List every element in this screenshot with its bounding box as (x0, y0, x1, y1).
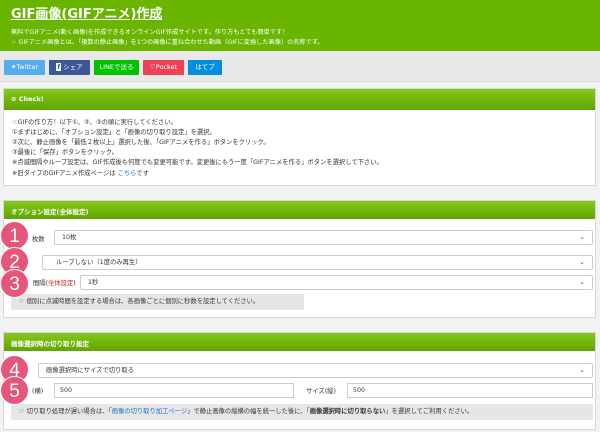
check-line-1-text: GIFの作り方！以下①、②、③の順に実行してください。 (17, 119, 177, 126)
check-line-2: ①まずはじめに、「オプション設定」と「画像の切り取り設定」を選択。 (12, 129, 216, 136)
check-panel: ⊙ Check! ☞GIFの作り方！以下①、②、③の順に実行してください。 ①ま… (3, 88, 596, 186)
options-note: ☞ 個別に点滅時間を設定する場合は、各画像ごとに個別に秒数を設定してください。 (11, 294, 304, 310)
interval-select-value: 1秒 (88, 279, 99, 286)
header-note: ☞ GIFアニメ画像とは、「複数の静止画像」を1つの画像に重ね合わせた動画（GI… (11, 37, 324, 46)
hand-icon: ☞ (11, 39, 17, 46)
crop-panel: 画像選択時の切り取り設定 画像選択時にサイズで切り取る ⌄ (横) 500 サイズ… (3, 332, 596, 430)
check-line-5: ※点滅間隔やループ設定は、GIF作成後も何度でも変更可能です。変更後にもう一度「… (12, 159, 383, 166)
pocket-label: Pocket (155, 63, 178, 71)
line-share-button[interactable]: LINEで送る (94, 60, 139, 75)
check-circle-icon: ⊙ (11, 95, 17, 103)
crop-page-link[interactable]: 画像の切り取り加工ページ (112, 408, 187, 415)
step-badge-1: 1 (0, 221, 29, 250)
check-panel-header: ⊙ Check! (4, 89, 595, 110)
crop-note-b: 」で静止画像の縦横の幅を統一した後に、「 (187, 408, 310, 415)
width-label: (横) (32, 388, 44, 395)
old-page-prefix: ※旧タイプのGIFアニメ作成ページは (12, 170, 116, 177)
facebook-label: シェア (63, 63, 83, 71)
chevron-down-icon: ⌄ (579, 366, 585, 374)
chevron-down-icon: ⌄ (579, 258, 585, 266)
interval-label-a: 間隔( (33, 280, 49, 287)
interval-label: 間隔(全体設定) (33, 278, 76, 287)
interval-label-c: ) (73, 280, 76, 287)
count-select[interactable]: 10枚 ⌄ (54, 230, 593, 245)
loop-select-value: ループしない（1度のみ再生） (56, 259, 142, 266)
count-select-value: 10枚 (62, 234, 77, 241)
options-panel: オプション設定(全体設定) 枚数 10枚 ⌄ ループしない（1度のみ再生） ⌄ 間隔… (3, 200, 596, 318)
hand-icon: ☞ (19, 298, 25, 305)
site-title[interactable]: GIF画像(GIFアニメ)作成 (11, 3, 162, 22)
facebook-share-button[interactable]: f シェア (49, 60, 90, 75)
options-note-text: 個別に点滅時間を設定する場合は、各画像ごとに個別に秒数を設定してください。 (26, 298, 260, 305)
check-line-6: ※旧タイプのGIFアニメ作成ページは こちらです (12, 168, 149, 177)
chevron-down-icon: ⌄ (579, 233, 585, 241)
chevron-down-icon: ⌄ (579, 278, 585, 286)
twitter-label: Twitter (16, 63, 39, 71)
check-line-3: ②次に、静止画像を「最低２枚以上」選択した後、「GIFアニメを作る」ボタンをクリ… (12, 139, 270, 146)
old-page-link[interactable]: こちら (118, 170, 137, 177)
crop-note-a: 切り取り処理が遅い場合は、「 (26, 408, 112, 415)
loop-select[interactable]: ループしない（1度のみ再生） ⌄ (42, 255, 593, 270)
crop-note-c: 」を選択してご利用ください。 (385, 408, 474, 415)
twitter-button[interactable]: ✦Twitter (4, 60, 45, 75)
site-header: GIF画像(GIFアニメ)作成 無料でGIFアニメ(動く画像)を作成できるオンラ… (0, 0, 600, 51)
step-badge-5: 5 (0, 376, 29, 405)
height-input[interactable]: 500 (347, 383, 593, 398)
interval-label-b: 全体設定 (48, 280, 74, 287)
options-panel-header: オプション設定(全体設定) (4, 201, 595, 219)
facebook-icon: f (56, 63, 62, 71)
width-input[interactable]: 500 (54, 383, 294, 398)
crop-note-bold: 画像選択時に切り取らない (309, 408, 386, 415)
pocket-button[interactable]: ♡Pocket (143, 60, 184, 75)
count-label: 枚数 (32, 236, 45, 243)
interval-select[interactable]: 1秒 ⌄ (80, 275, 593, 290)
crop-note: ☞ 切り取り処理が遅い場合は、「画像の切り取り加工ページ」で静止画像の縦横の幅を… (11, 404, 593, 420)
hatena-bookmark-button[interactable]: はてブ (188, 60, 222, 75)
crop-mode-select[interactable]: 画像選択時にサイズで切り取る ⌄ (38, 363, 593, 378)
step-badge-3: 3 (0, 269, 29, 298)
crop-panel-header: 画像選択時の切り取り設定 (4, 333, 595, 351)
hand-icon: ☞ (19, 408, 25, 415)
height-label: サイズ(縦) (306, 388, 336, 395)
header-description: 無料でGIFアニメ(動く画像)を作成できるオンラインGIF作成サイトです。作り方… (11, 29, 289, 36)
check-line-1: ☞GIFの作り方！以下①、②、③の順に実行してください。 (12, 117, 177, 126)
crop-mode-value: 画像選択時にサイズで切り取る (46, 367, 134, 374)
old-page-suffix: です (136, 170, 149, 177)
check-line-4: ③最後に「保存」ボタンをクリック。 (12, 149, 118, 156)
check-title: Check! (18, 95, 44, 103)
share-bar: ✦Twitter f シェア LINEで送る ♡Pocket はてブ (0, 51, 600, 82)
header-note-text: GIFアニメ画像とは、「複数の静止画像」を1つの画像に重ね合わせた動画（GIFに… (18, 39, 324, 46)
